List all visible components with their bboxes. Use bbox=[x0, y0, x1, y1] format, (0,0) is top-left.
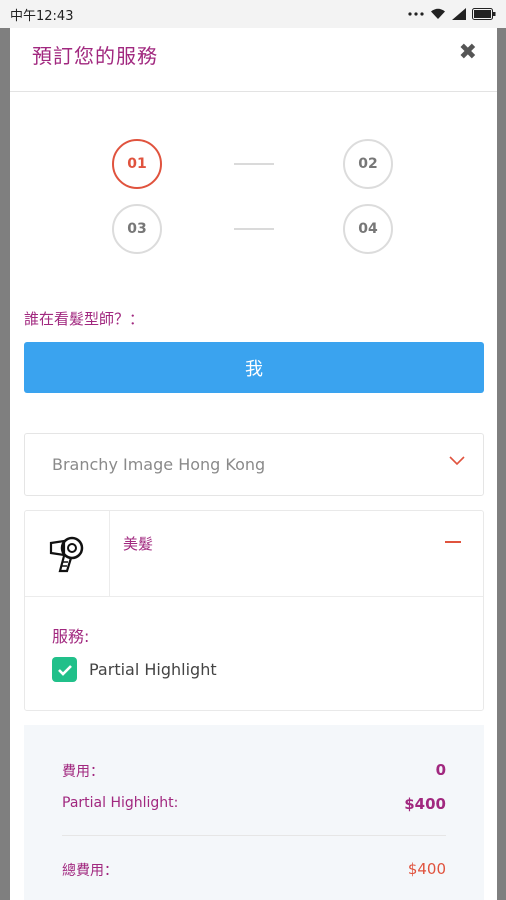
close-icon[interactable]: ✖ bbox=[459, 40, 477, 65]
branch-select[interactable]: Branchy Image Hong Kong bbox=[24, 433, 484, 496]
price-summary: 費用： 0 Partial Highlight: $400 總費用： $400 bbox=[24, 725, 484, 900]
status-time: 中午12:43 bbox=[10, 8, 74, 24]
step-01[interactable]: 01 bbox=[112, 139, 162, 189]
fee-label: 費用： bbox=[62, 764, 104, 780]
modal-header: 預訂您的服務 ✖ bbox=[10, 28, 497, 92]
service-category: 美髮 bbox=[123, 535, 154, 553]
step-connector bbox=[234, 163, 274, 165]
modal-title: 預訂您的服務 bbox=[32, 44, 158, 68]
collapse-icon[interactable] bbox=[445, 541, 461, 543]
branch-select-value: Branchy Image Hong Kong bbox=[52, 455, 266, 474]
fee-row: 費用： 0 bbox=[62, 761, 446, 781]
service-card: 美髮 服務: Partial Highlight bbox=[24, 510, 484, 711]
battery-icon bbox=[472, 8, 496, 20]
item-label: Partial Highlight: bbox=[62, 795, 179, 811]
service-name: Partial Highlight bbox=[89, 660, 217, 679]
total-row: 總費用： $400 bbox=[62, 860, 446, 880]
signal-icon bbox=[452, 8, 466, 20]
checkmark-icon bbox=[57, 664, 72, 676]
services-label: 服務: bbox=[52, 627, 90, 646]
service-checkbox[interactable] bbox=[52, 657, 77, 682]
wifi-icon bbox=[431, 8, 445, 19]
service-card-header[interactable]: 美髮 bbox=[25, 511, 483, 597]
item-value: $400 bbox=[404, 795, 446, 813]
me-button[interactable]: 我 bbox=[24, 342, 484, 393]
service-icon-box bbox=[25, 511, 110, 597]
dots-icon bbox=[408, 12, 424, 16]
step-03[interactable]: 03 bbox=[112, 204, 162, 254]
hair-dryer-icon bbox=[49, 536, 84, 573]
total-label: 總費用： bbox=[62, 863, 118, 879]
summary-divider bbox=[62, 835, 446, 836]
status-icons bbox=[408, 8, 496, 20]
step-04[interactable]: 04 bbox=[343, 204, 393, 254]
status-bar: 中午12:43 bbox=[0, 0, 506, 28]
who-label: 誰在看髮型師？： bbox=[24, 310, 145, 328]
step-connector bbox=[234, 228, 274, 230]
chevron-down-icon bbox=[449, 456, 465, 466]
booking-modal: 預訂您的服務 ✖ 01 02 03 04 誰在看髮型師？： 我 Branchy … bbox=[10, 28, 497, 900]
total-value: $400 bbox=[407, 860, 446, 878]
fee-value: 0 bbox=[435, 761, 446, 779]
step-02[interactable]: 02 bbox=[343, 139, 393, 189]
item-row: Partial Highlight: $400 bbox=[62, 795, 446, 813]
